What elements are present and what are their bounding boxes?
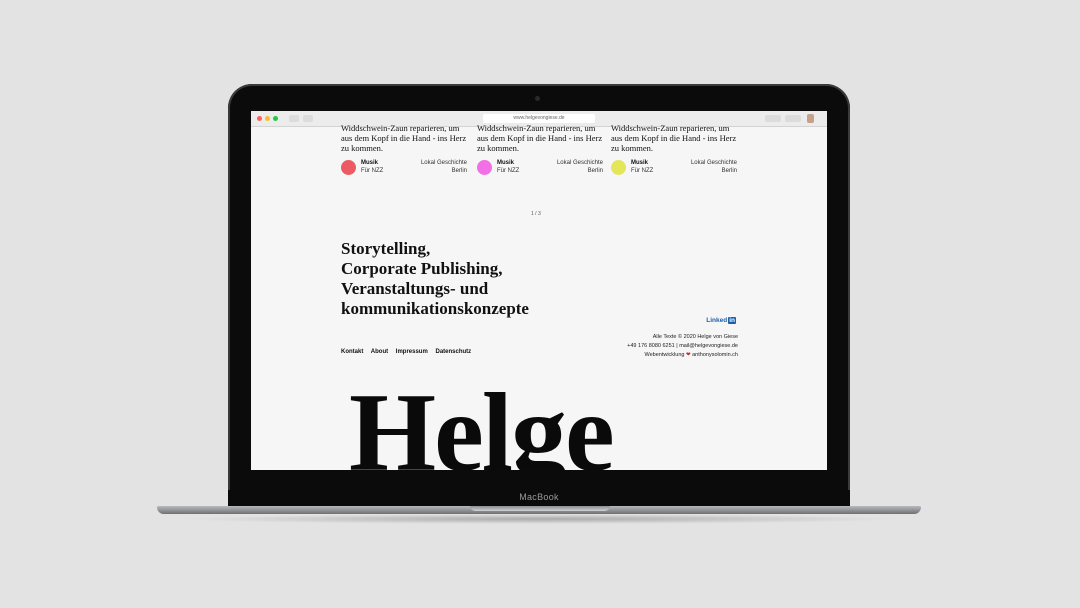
webcam xyxy=(535,96,540,101)
tabs-button[interactable] xyxy=(785,115,801,122)
card-meta: Musik Für NZZ Lokal Geschichte Berlin xyxy=(477,160,603,176)
card-meta: Musik Für NZZ Lokal Geschichte Berlin xyxy=(341,160,467,176)
credit-line: Webentwicklung ❤ anthonysolomin.ch xyxy=(627,351,739,360)
device-brand-label: MacBook xyxy=(519,492,559,502)
footer-nav: Kontakt About Impressum Datenschutz xyxy=(341,349,477,355)
address-bar[interactable]: www.helgevongiese.de xyxy=(483,114,595,123)
services-headline: Storytelling, Corporate Publishing, Vera… xyxy=(341,239,529,319)
card-excerpt: Widdschwein-Zaun reparieren, um aus dem … xyxy=(341,123,467,153)
nav-link-datenschutz[interactable]: Datenschutz xyxy=(435,349,471,355)
forward-button[interactable] xyxy=(303,115,313,122)
maximize-window-icon[interactable] xyxy=(273,116,278,121)
linkedin-link[interactable]: Linked in xyxy=(706,317,736,324)
linkedin-icon: in xyxy=(728,317,736,324)
slider-pager: 1 / 3 xyxy=(531,211,541,217)
webpage: Widdschwein-Zaun reparieren, um aus dem … xyxy=(251,123,827,470)
linkedin-label: Linked xyxy=(706,317,728,324)
minimize-window-icon[interactable] xyxy=(265,116,270,121)
copyright-text: Alle Texte © 2020 Helge von Giese xyxy=(652,334,738,340)
article-card[interactable]: Widdschwein-Zaun reparieren, um aus dem … xyxy=(341,123,467,175)
headline-line: Corporate Publishing, xyxy=(341,259,503,278)
card-location: Berlin xyxy=(587,168,603,174)
logo-wordmark: Helge xyxy=(349,371,615,470)
category-dot xyxy=(611,160,626,175)
card-subcategory: Für NZZ xyxy=(361,168,384,174)
card-subcategory: Für NZZ xyxy=(497,168,520,174)
nav-link-kontakt[interactable]: Kontakt xyxy=(341,349,363,355)
card-subcategory: Für NZZ xyxy=(631,168,654,174)
card-category: Musik xyxy=(497,160,515,166)
card-topic: Lokal Geschichte xyxy=(420,160,467,166)
footer-info: Alle Texte © 2020 Helge von Giese +49 17… xyxy=(627,333,738,360)
lid-opening-notch xyxy=(470,506,610,511)
card-location: Berlin xyxy=(451,168,467,174)
nav-link-impressum[interactable]: Impressum xyxy=(396,349,428,355)
headline-line: kommunikationskonzepte xyxy=(341,299,529,318)
contact-text[interactable]: +49 176 8080 6251 | mail@helgevongiese.d… xyxy=(627,342,738,351)
article-card[interactable]: Widdschwein-Zaun reparieren, um aus dem … xyxy=(611,123,737,175)
headline-line: Storytelling, xyxy=(341,239,431,258)
back-button[interactable] xyxy=(289,115,299,122)
card-category: Musik xyxy=(631,160,649,166)
category-dot xyxy=(341,160,356,175)
nav-link-about[interactable]: About xyxy=(371,349,388,355)
card-topic: Lokal Geschichte xyxy=(690,160,737,166)
share-button[interactable] xyxy=(765,115,781,122)
category-dot xyxy=(477,160,492,175)
close-window-icon[interactable] xyxy=(257,116,262,121)
headline-line: Veranstaltungs- und xyxy=(341,279,489,298)
card-excerpt: Widdschwein-Zaun reparieren, um aus dem … xyxy=(477,123,603,153)
screen: www.helgevongiese.de Widdschwein-Zaun re… xyxy=(251,111,827,470)
profile-avatar[interactable] xyxy=(807,114,814,123)
credit-link[interactable]: anthonysolomin.ch xyxy=(692,352,738,358)
heart-icon: ❤ xyxy=(685,352,691,358)
card-category: Musik xyxy=(361,160,379,166)
card-meta: Musik Für NZZ Lokal Geschichte Berlin xyxy=(611,160,737,176)
card-topic: Lokal Geschichte xyxy=(556,160,603,166)
card-excerpt: Widdschwein-Zaun reparieren, um aus dem … xyxy=(611,123,737,153)
laptop-shadow xyxy=(180,514,900,524)
article-card[interactable]: Widdschwein-Zaun reparieren, um aus dem … xyxy=(477,123,603,175)
card-location: Berlin xyxy=(721,168,737,174)
credit-prefix: Webentwicklung xyxy=(644,352,685,358)
